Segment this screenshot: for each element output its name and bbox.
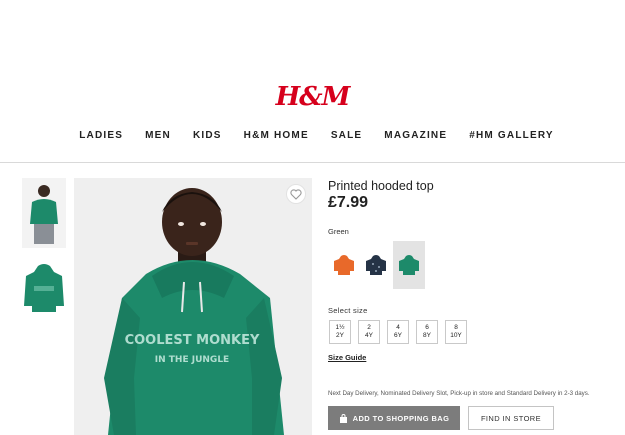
delivery-info: Next Day Delivery, Nominated Delivery Sl… [328,390,590,397]
add-to-bag-label: ADD TO SHOPPING BAG [352,413,450,423]
size-option-10y[interactable]: 8 10Y [445,320,467,344]
size-option-years: 8Y [423,332,431,339]
hm-logo[interactable]: H&M [0,82,625,112]
product-photo-image: COOLEST MONKEY IN THE JUNGLE [74,178,312,435]
thumbnail-model[interactable] [22,178,66,248]
thumbnail-hoodie[interactable] [22,258,66,318]
size-option-years: 4Y [365,332,373,339]
product-name: Printed hooded top [328,179,434,193]
product-photo: COOLEST MONKEY IN THE JUNGLE [74,178,312,435]
size-option-age: 1½ [335,324,345,331]
thumbnail-hoodie-image [22,258,66,318]
green-hoodie-icon [399,255,419,275]
hoodie-print-line2: IN THE JUNGLE [155,355,229,365]
add-to-bag-button[interactable]: ADD TO SHOPPING BAG [328,406,460,430]
color-swatch-orange[interactable] [328,241,360,289]
nav-item-hm-home[interactable]: H&M HOME [244,130,309,141]
size-option-8y[interactable]: 6 8Y [416,320,438,344]
heart-icon [290,188,302,200]
size-option-4y[interactable]: 2 4Y [358,320,380,344]
find-in-store-label: FIND IN STORE [480,413,542,423]
size-guide-link[interactable]: Size Guide [328,353,366,362]
select-size-label: Select size [328,306,368,315]
size-option-2y[interactable]: 1½ 2Y [329,320,351,344]
size-option-age: 8 [454,324,458,331]
size-option-age: 2 [367,324,371,331]
size-option-age: 4 [396,324,400,331]
nav-item-men[interactable]: MEN [145,130,171,141]
size-option-years: 10Y [450,332,462,339]
size-option-6y[interactable]: 4 6Y [387,320,409,344]
product-price: £7.99 [328,194,369,211]
nav-item-ladies[interactable]: LADIES [79,130,123,141]
favorite-button[interactable] [286,184,306,204]
selected-color-label: Green [328,227,349,236]
nav-item-kids[interactable]: KIDS [193,130,222,141]
thumbnail-model-image [22,178,66,248]
navy-hoodie-icon [366,255,386,275]
color-swatch-green[interactable] [393,241,425,289]
size-option-years: 6Y [394,332,402,339]
nav-item-magazine[interactable]: MAGAZINE [384,130,447,141]
hoodie-print-line1: COOLEST MONKEY [125,333,260,348]
size-option-age: 6 [425,324,429,331]
find-in-store-button[interactable]: FIND IN STORE [468,406,554,430]
nav-item-sale[interactable]: SALE [331,130,362,141]
orange-hoodie-icon [334,255,354,275]
nav-item-hm-gallery[interactable]: #HM GALLERY [469,130,554,141]
header-divider [0,162,625,163]
color-swatch-navy[interactable] [360,241,392,289]
main-nav: LADIES MEN KIDS H&M HOME SALE MAGAZINE #… [0,130,625,141]
size-option-years: 2Y [336,332,344,339]
shopping-bag-icon [339,413,347,423]
